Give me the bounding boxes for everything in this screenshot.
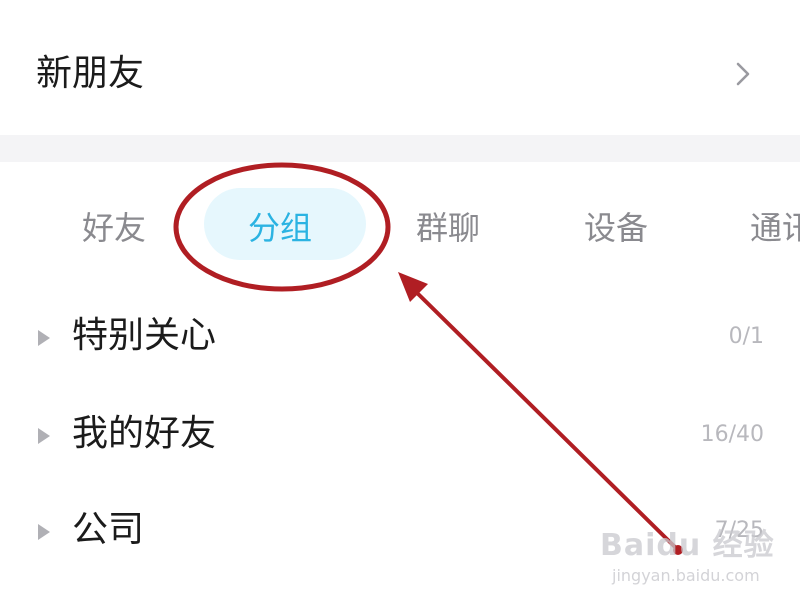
caret-right-icon	[38, 428, 50, 444]
tab-devices[interactable]: 设备	[584, 206, 648, 250]
group-name: 特别关心	[72, 315, 217, 356]
group-name: 我的好友	[72, 413, 217, 454]
group-name: 公司	[72, 509, 145, 550]
group-count: 0/1	[728, 324, 764, 349]
tab-groups-label[interactable]: 分组	[248, 206, 312, 250]
new-friends-row[interactable]: 新朋友	[0, 0, 800, 135]
group-count: 16/40	[700, 422, 764, 447]
group-row-my-friends[interactable]: 我的好友 16/40	[0, 388, 800, 484]
baidu-jingyan-watermark: Baidu 经验	[600, 528, 775, 563]
section-divider	[0, 135, 800, 162]
tab-group-chats[interactable]: 群聊	[416, 206, 480, 250]
tab-friends[interactable]: 好友	[82, 206, 146, 250]
tab-contacts[interactable]: 通讯	[750, 206, 800, 250]
watermark-url: jingyan.baidu.com	[612, 566, 760, 585]
caret-right-icon	[38, 524, 50, 540]
tab-bar: 好友 分组 群聊 设备 通讯	[0, 162, 800, 290]
chevron-right-icon	[736, 62, 750, 86]
caret-right-icon	[38, 330, 50, 346]
new-friends-label: 新朋友	[36, 53, 145, 94]
group-row-special-care[interactable]: 特别关心 0/1	[0, 290, 800, 386]
